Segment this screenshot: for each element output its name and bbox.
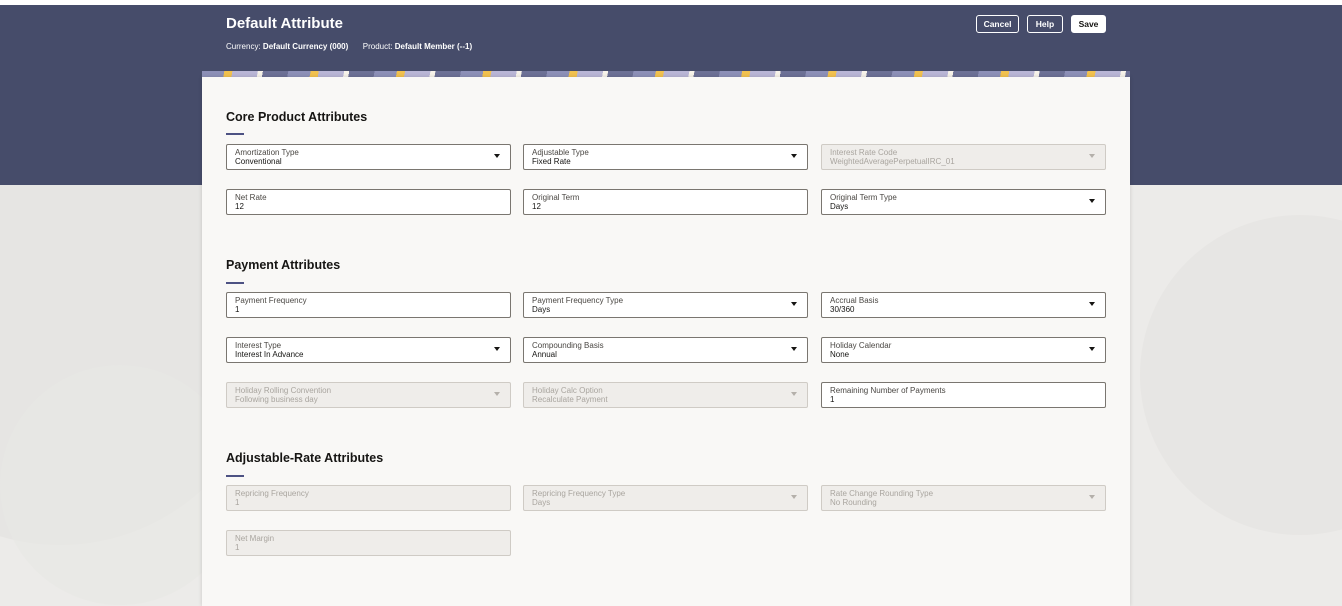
field-value: 1 [235,543,240,552]
product-label: Product: [362,42,393,51]
chevron-down-icon [1089,347,1095,351]
section-title-payment: Payment Attributes [226,258,341,272]
chevron-down-icon [1089,199,1095,203]
accrual-basis-select[interactable]: Accrual Basis 30/360 [821,292,1106,318]
field-label: Holiday Calc Option [532,386,603,395]
rate-change-rounding-type-select: Rate Change Rounding Type No Rounding [821,485,1106,511]
cancel-button[interactable]: Cancel [976,15,1019,33]
field-value: Recalculate Payment [532,395,608,404]
net-rate-input[interactable]: Net Rate 12 [226,189,511,215]
interest-type-select[interactable]: Interest Type Interest In Advance [226,337,511,363]
original-term-input[interactable]: Original Term 12 [523,189,808,215]
field-value: 1 [235,305,240,314]
chevron-down-icon [791,347,797,351]
field-label: Interest Type [235,341,282,350]
field-label: Payment Frequency Type [532,296,624,305]
context-subtitle: Currency: Default Currency (000) Product… [226,42,472,51]
section-rule [226,133,244,135]
field-label: Original Term [532,193,580,202]
chevron-down-icon [1089,495,1095,499]
field-label: Remaining Number of Payments [830,386,946,395]
field-label: Accrual Basis [830,296,879,305]
payment-frequency-input[interactable]: Payment Frequency 1 [226,292,511,318]
field-value: 1 [830,395,835,404]
holiday-calc-option-select: Holiday Calc Option Recalculate Payment [523,382,808,408]
section-rule [226,475,244,477]
section-title-core: Core Product Attributes [226,110,368,124]
compounding-basis-select[interactable]: Compounding Basis Annual [523,337,808,363]
currency-label: Currency: [226,42,261,51]
chevron-down-icon [494,154,500,158]
field-label: Amortization Type [235,148,299,157]
field-label: Payment Frequency [235,296,307,305]
page-title: Default Attribute [226,15,343,32]
chevron-down-icon [791,495,797,499]
interest-rate-code-select: Interest Rate Code WeightedAveragePerpet… [821,144,1106,170]
field-label: Net Margin [235,534,275,543]
field-value: Following business day [235,395,318,404]
chevron-down-icon [791,392,797,396]
remaining-number-of-payments-input[interactable]: Remaining Number of Payments 1 [821,382,1106,408]
field-label: Rate Change Rounding Type [830,489,934,498]
field-label: Original Term Type [830,193,897,202]
chevron-down-icon [791,302,797,306]
field-label: Adjustable Type [532,148,589,157]
field-value: 30/360 [830,305,855,314]
field-value: Fixed Rate [532,157,571,166]
repricing-frequency-type-select: Repricing Frequency Type Days [523,485,808,511]
section-title-adjustable: Adjustable-Rate Attributes [226,451,384,465]
field-label: Interest Rate Code [830,148,898,157]
currency-value: Default Currency (000) [262,42,349,51]
field-label: Holiday Rolling Convention [235,386,332,395]
field-value: 12 [235,202,244,211]
chevron-down-icon [1089,302,1095,306]
repricing-frequency-input: Repricing Frequency 1 [226,485,511,511]
holiday-calendar-select[interactable]: Holiday Calendar None [821,337,1106,363]
field-label: Compounding Basis [532,341,604,350]
field-value: No Rounding [830,498,877,507]
field-value: 12 [532,202,541,211]
field-value: Days [532,498,551,507]
save-button[interactable]: Save [1071,15,1106,33]
holiday-rolling-convention-select: Holiday Rolling Convention Following bus… [226,382,511,408]
help-button[interactable]: Help [1027,15,1063,33]
net-margin-input: Net Margin 1 [226,530,511,556]
section-rule [226,282,244,284]
adjustable-type-select[interactable]: Adjustable Type Fixed Rate [523,144,808,170]
chevron-down-icon [791,154,797,158]
chevron-down-icon [494,392,500,396]
field-value: Days [532,305,551,314]
field-label: Holiday Calendar [830,341,892,350]
field-label: Repricing Frequency [235,489,309,498]
chevron-down-icon [494,347,500,351]
payment-frequency-type-select[interactable]: Payment Frequency Type Days [523,292,808,318]
amortization-type-select[interactable]: Amortization Type Conventional [226,144,511,170]
field-value: Conventional [235,157,282,166]
field-value: None [830,350,850,359]
product-value: Default Member (--1) [394,42,473,51]
field-value: Interest In Advance [235,350,304,359]
field-label: Repricing Frequency Type [532,489,626,498]
field-label: Net Rate [235,193,267,202]
field-value: Annual [532,350,557,359]
field-value: WeightedAveragePerpetualIRC_01 [830,157,955,166]
chevron-down-icon [1089,154,1095,158]
field-value: Days [830,202,849,211]
field-value: 1 [235,498,240,507]
original-term-type-select[interactable]: Original Term Type Days [821,189,1106,215]
